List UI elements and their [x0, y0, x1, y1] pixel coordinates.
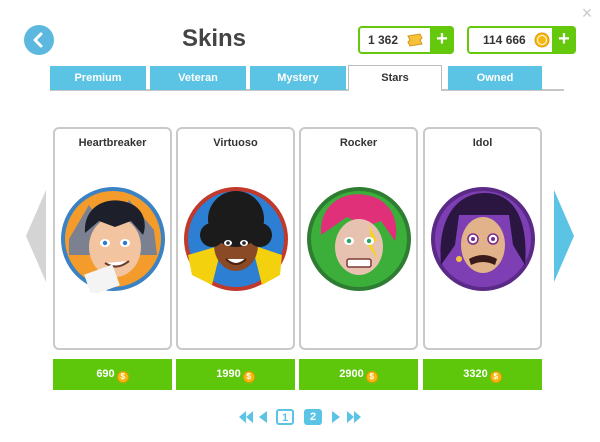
tab-premium[interactable]: Premium	[50, 66, 146, 90]
skin-card-idol[interactable]: Idol	[423, 127, 542, 350]
tab-stars[interactable]: Stars	[348, 65, 442, 91]
skin-name: Rocker	[339, 137, 378, 149]
coin-icon: $	[489, 371, 502, 383]
back-button[interactable]	[24, 25, 54, 55]
price-label: 2900	[339, 368, 364, 380]
coins-amount: 114 666	[483, 33, 526, 47]
skin-card-heartbreaker[interactable]: Heartbreaker	[53, 127, 172, 350]
last-page-icon[interactable]	[346, 408, 362, 426]
previous-arrow-icon[interactable]	[26, 190, 46, 282]
first-page-icon[interactable]	[238, 408, 254, 426]
buy-virtuoso-button[interactable]: 1990 $	[176, 359, 295, 390]
tab-owned[interactable]: Owned	[448, 66, 542, 90]
buy-heartbreaker-button[interactable]: 690 $	[53, 359, 172, 390]
ticket-icon	[407, 33, 423, 47]
tab-veteran[interactable]: Veteran	[150, 66, 246, 90]
skin-card-rocker[interactable]: Rocker	[299, 127, 418, 350]
tab-bar: Premium Veteran Mystery Stars Owned	[50, 65, 562, 92]
coin-icon: $	[365, 371, 378, 383]
skin-card-virtuoso[interactable]: Virtuoso	[176, 127, 295, 350]
close-icon[interactable]: ×	[579, 4, 595, 22]
idol-portrait	[431, 187, 535, 291]
next-arrow-icon[interactable]	[554, 190, 574, 282]
heartbreaker-portrait	[61, 187, 165, 293]
previous-page-icon[interactable]	[258, 408, 268, 426]
buy-coins-button[interactable]: +	[552, 26, 576, 54]
virtuoso-portrait	[184, 187, 288, 291]
skin-name: Virtuoso	[213, 137, 258, 149]
skin-name: Heartbreaker	[78, 137, 147, 149]
coin-icon	[534, 32, 550, 48]
tickets-counter: 1 362 +	[358, 26, 454, 54]
price-label: 690	[96, 368, 115, 380]
next-page-icon[interactable]	[331, 408, 341, 426]
skin-name: Idol	[472, 137, 493, 149]
coins-counter: 114 666 +	[467, 26, 576, 54]
page-1-button[interactable]: 1	[276, 409, 294, 425]
tickets-amount: 1 362	[368, 33, 399, 47]
buy-rocker-button[interactable]: 2900 $	[299, 359, 418, 390]
price-label: 3320	[463, 368, 488, 380]
buy-tickets-button[interactable]: +	[430, 26, 454, 54]
coin-icon: $	[242, 371, 255, 383]
tab-mystery[interactable]: Mystery	[250, 66, 346, 90]
page-title: Skins	[181, 25, 247, 52]
buy-idol-button[interactable]: 3320 $	[423, 359, 542, 390]
price-label: 1990	[216, 368, 241, 380]
coin-icon: $	[116, 371, 129, 383]
chevron-left-icon	[33, 32, 43, 48]
rocker-portrait	[307, 187, 411, 291]
page-2-button[interactable]: 2	[304, 409, 322, 425]
